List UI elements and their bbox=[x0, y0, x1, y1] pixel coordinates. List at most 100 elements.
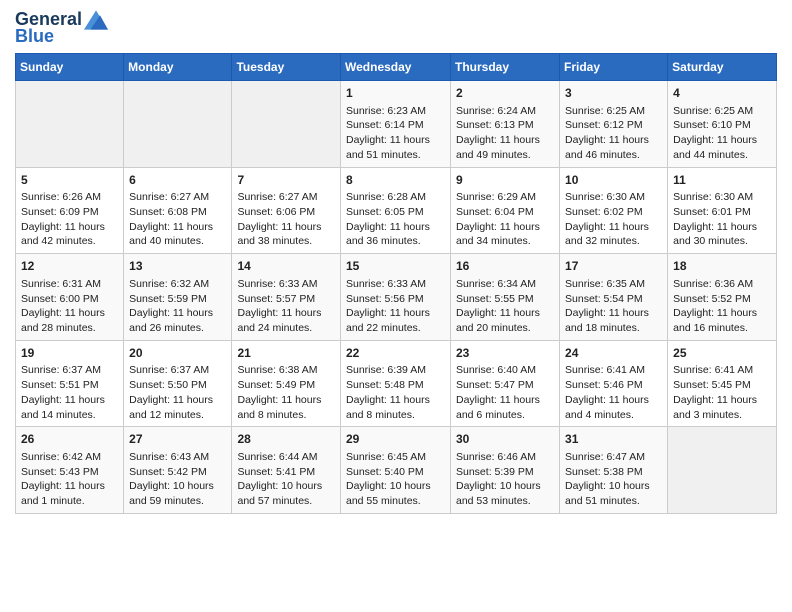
calendar-cell: 2 Sunrise: 6:24 AM Sunset: 6:13 PM Dayli… bbox=[451, 81, 560, 168]
calendar-cell: 22 Sunrise: 6:39 AM Sunset: 5:48 PM Dayl… bbox=[341, 340, 451, 427]
weekday-header-wednesday: Wednesday bbox=[341, 54, 451, 81]
calendar-cell: 1 Sunrise: 6:23 AM Sunset: 6:14 PM Dayli… bbox=[341, 81, 451, 168]
sunrise-text: Sunrise: 6:31 AM bbox=[21, 278, 101, 290]
daylight-text: Daylight: 10 hours and 59 minutes. bbox=[129, 480, 214, 507]
calendar-cell: 7 Sunrise: 6:27 AM Sunset: 6:06 PM Dayli… bbox=[232, 167, 341, 254]
daylight-text: Daylight: 10 hours and 57 minutes. bbox=[237, 480, 322, 507]
weekday-header-saturday: Saturday bbox=[668, 54, 777, 81]
sunrise-text: Sunrise: 6:36 AM bbox=[673, 278, 753, 290]
day-number: 28 bbox=[237, 431, 335, 448]
sunset-text: Sunset: 5:45 PM bbox=[673, 379, 751, 391]
sunrise-text: Sunrise: 6:33 AM bbox=[346, 278, 426, 290]
day-number: 21 bbox=[237, 345, 335, 362]
logo: General Blue bbox=[15, 10, 108, 47]
sunset-text: Sunset: 5:41 PM bbox=[237, 466, 315, 478]
daylight-text: Daylight: 11 hours and 4 minutes. bbox=[565, 394, 649, 421]
day-number: 30 bbox=[456, 431, 554, 448]
sunrise-text: Sunrise: 6:39 AM bbox=[346, 364, 426, 376]
calendar-cell: 29 Sunrise: 6:45 AM Sunset: 5:40 PM Dayl… bbox=[341, 427, 451, 514]
sunset-text: Sunset: 5:40 PM bbox=[346, 466, 424, 478]
sunrise-text: Sunrise: 6:38 AM bbox=[237, 364, 317, 376]
day-number: 8 bbox=[346, 172, 445, 189]
day-number: 6 bbox=[129, 172, 226, 189]
sunrise-text: Sunrise: 6:44 AM bbox=[237, 451, 317, 463]
daylight-text: Daylight: 10 hours and 55 minutes. bbox=[346, 480, 431, 507]
calendar-cell: 19 Sunrise: 6:37 AM Sunset: 5:51 PM Dayl… bbox=[16, 340, 124, 427]
sunset-text: Sunset: 5:43 PM bbox=[21, 466, 99, 478]
day-number: 10 bbox=[565, 172, 662, 189]
sunrise-text: Sunrise: 6:27 AM bbox=[237, 191, 317, 203]
calendar-cell bbox=[232, 81, 341, 168]
day-number: 12 bbox=[21, 258, 118, 275]
sunrise-text: Sunrise: 6:27 AM bbox=[129, 191, 209, 203]
day-number: 31 bbox=[565, 431, 662, 448]
sunset-text: Sunset: 6:04 PM bbox=[456, 206, 534, 218]
sunrise-text: Sunrise: 6:24 AM bbox=[456, 105, 536, 117]
sunset-text: Sunset: 5:38 PM bbox=[565, 466, 643, 478]
daylight-text: Daylight: 11 hours and 12 minutes. bbox=[129, 394, 213, 421]
daylight-text: Daylight: 11 hours and 3 minutes. bbox=[673, 394, 757, 421]
day-number: 26 bbox=[21, 431, 118, 448]
sunset-text: Sunset: 5:56 PM bbox=[346, 293, 424, 305]
sunrise-text: Sunrise: 6:45 AM bbox=[346, 451, 426, 463]
week-row-1: 1 Sunrise: 6:23 AM Sunset: 6:14 PM Dayli… bbox=[16, 81, 777, 168]
calendar-cell: 20 Sunrise: 6:37 AM Sunset: 5:50 PM Dayl… bbox=[124, 340, 232, 427]
daylight-text: Daylight: 11 hours and 49 minutes. bbox=[456, 134, 540, 161]
calendar-cell: 28 Sunrise: 6:44 AM Sunset: 5:41 PM Dayl… bbox=[232, 427, 341, 514]
weekday-header-tuesday: Tuesday bbox=[232, 54, 341, 81]
daylight-text: Daylight: 11 hours and 30 minutes. bbox=[673, 221, 757, 248]
sunrise-text: Sunrise: 6:26 AM bbox=[21, 191, 101, 203]
week-row-4: 19 Sunrise: 6:37 AM Sunset: 5:51 PM Dayl… bbox=[16, 340, 777, 427]
day-number: 4 bbox=[673, 85, 771, 102]
week-row-5: 26 Sunrise: 6:42 AM Sunset: 5:43 PM Dayl… bbox=[16, 427, 777, 514]
sunset-text: Sunset: 6:12 PM bbox=[565, 119, 643, 131]
day-number: 5 bbox=[21, 172, 118, 189]
sunset-text: Sunset: 5:42 PM bbox=[129, 466, 207, 478]
day-number: 15 bbox=[346, 258, 445, 275]
calendar-cell bbox=[16, 81, 124, 168]
daylight-text: Daylight: 11 hours and 38 minutes. bbox=[237, 221, 321, 248]
day-number: 7 bbox=[237, 172, 335, 189]
sunrise-text: Sunrise: 6:25 AM bbox=[673, 105, 753, 117]
daylight-text: Daylight: 11 hours and 42 minutes. bbox=[21, 221, 105, 248]
day-number: 16 bbox=[456, 258, 554, 275]
sunrise-text: Sunrise: 6:43 AM bbox=[129, 451, 209, 463]
logo-icon bbox=[84, 10, 108, 30]
daylight-text: Daylight: 11 hours and 20 minutes. bbox=[456, 307, 540, 334]
sunrise-text: Sunrise: 6:41 AM bbox=[673, 364, 753, 376]
sunset-text: Sunset: 5:52 PM bbox=[673, 293, 751, 305]
daylight-text: Daylight: 11 hours and 40 minutes. bbox=[129, 221, 213, 248]
daylight-text: Daylight: 11 hours and 16 minutes. bbox=[673, 307, 757, 334]
sunrise-text: Sunrise: 6:42 AM bbox=[21, 451, 101, 463]
calendar-cell: 16 Sunrise: 6:34 AM Sunset: 5:55 PM Dayl… bbox=[451, 254, 560, 341]
sunrise-text: Sunrise: 6:23 AM bbox=[346, 105, 426, 117]
calendar-cell: 30 Sunrise: 6:46 AM Sunset: 5:39 PM Dayl… bbox=[451, 427, 560, 514]
day-number: 2 bbox=[456, 85, 554, 102]
day-number: 25 bbox=[673, 345, 771, 362]
sunset-text: Sunset: 6:08 PM bbox=[129, 206, 207, 218]
weekday-header-friday: Friday bbox=[560, 54, 668, 81]
calendar-cell: 12 Sunrise: 6:31 AM Sunset: 6:00 PM Dayl… bbox=[16, 254, 124, 341]
calendar-cell: 27 Sunrise: 6:43 AM Sunset: 5:42 PM Dayl… bbox=[124, 427, 232, 514]
daylight-text: Daylight: 11 hours and 51 minutes. bbox=[346, 134, 430, 161]
day-number: 14 bbox=[237, 258, 335, 275]
calendar-cell: 18 Sunrise: 6:36 AM Sunset: 5:52 PM Dayl… bbox=[668, 254, 777, 341]
sunset-text: Sunset: 5:47 PM bbox=[456, 379, 534, 391]
calendar-table: SundayMondayTuesdayWednesdayThursdayFrid… bbox=[15, 53, 777, 514]
calendar-cell: 9 Sunrise: 6:29 AM Sunset: 6:04 PM Dayli… bbox=[451, 167, 560, 254]
daylight-text: Daylight: 11 hours and 28 minutes. bbox=[21, 307, 105, 334]
calendar-cell: 26 Sunrise: 6:42 AM Sunset: 5:43 PM Dayl… bbox=[16, 427, 124, 514]
daylight-text: Daylight: 11 hours and 24 minutes. bbox=[237, 307, 321, 334]
day-number: 9 bbox=[456, 172, 554, 189]
calendar-cell: 31 Sunrise: 6:47 AM Sunset: 5:38 PM Dayl… bbox=[560, 427, 668, 514]
sunset-text: Sunset: 5:51 PM bbox=[21, 379, 99, 391]
sunrise-text: Sunrise: 6:30 AM bbox=[565, 191, 645, 203]
sunrise-text: Sunrise: 6:35 AM bbox=[565, 278, 645, 290]
sunset-text: Sunset: 5:49 PM bbox=[237, 379, 315, 391]
day-number: 3 bbox=[565, 85, 662, 102]
day-number: 17 bbox=[565, 258, 662, 275]
calendar-cell: 11 Sunrise: 6:30 AM Sunset: 6:01 PM Dayl… bbox=[668, 167, 777, 254]
daylight-text: Daylight: 11 hours and 1 minute. bbox=[21, 480, 105, 507]
daylight-text: Daylight: 11 hours and 14 minutes. bbox=[21, 394, 105, 421]
week-row-3: 12 Sunrise: 6:31 AM Sunset: 6:00 PM Dayl… bbox=[16, 254, 777, 341]
